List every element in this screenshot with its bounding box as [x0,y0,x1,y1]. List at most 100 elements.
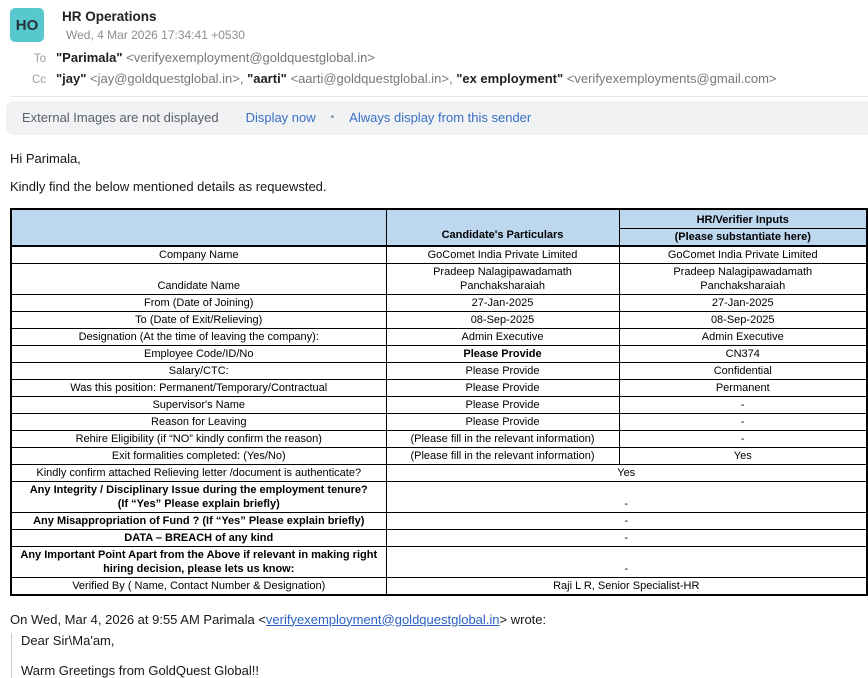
row-label-cell: Rehire Eligibility (if “NO” kindly confi… [11,430,386,447]
cc-row: Cc "jay" <jay@goldquestglobal.in>, "aart… [10,71,858,86]
banner-separator-dot: • [331,112,335,123]
candidate-particulars-cell: (Please fill in the relevant information… [386,447,619,464]
to-recipients: "Parimala" <verifyexemployment@goldquest… [56,50,375,65]
row-label-cell: From (Date of Joining) [11,294,386,311]
external-images-banner: External Images are not displayed Displa… [6,101,868,135]
greeting-text: Hi Parimala, [10,151,858,166]
candidate-particulars-cell: Please Provide [386,345,619,362]
merged-value-cell: Yes [386,464,867,481]
row-label-cell: Employee Code/ID/No [11,345,386,362]
hr-verifier-input-cell: 08-Sep-2025 [619,311,867,328]
recipient[interactable]: "Parimala" <verifyexemployment@goldquest… [56,50,375,65]
table-row: Rehire Eligibility (if “NO” kindly confi… [11,430,867,447]
external-images-message: External Images are not displayed [22,110,219,125]
row-label-cell: Reason for Leaving [11,413,386,430]
candidate-particulars-cell: Please Provide [386,396,619,413]
merged-value-cell: - [386,481,867,512]
reply-sender-email-link[interactable]: verifyexemployment@goldquestglobal.in [266,612,500,627]
candidate-particulars-cell: Please Provide [386,362,619,379]
merged-value-cell: Raji L R, Senior Specialist-HR [386,577,867,595]
cc-recipients: "jay" <jay@goldquestglobal.in>, "aarti" … [56,71,777,86]
always-display-link[interactable]: Always display from this sender [349,110,531,125]
reply-quote-header: On Wed, Mar 4, 2026 at 9:55 AM Parimala … [10,612,858,627]
reply-header-prefix: On Wed, Mar 4, 2026 at 9:55 AM Parimala … [10,612,266,627]
candidate-particulars-cell: (Please fill in the relevant information… [386,430,619,447]
merged-value-cell: - [386,512,867,529]
header-divider [10,96,868,97]
hr-verifier-input-cell: Admin Executive [619,328,867,345]
candidate-particulars-cell: GoComet India Private Limited [386,246,619,264]
reply-header-suffix: > wrote: [500,612,547,627]
table-row: Any Important Point Apart from the Above… [11,546,867,577]
recipient[interactable]: "ex employment" <verifyexemployments@gma… [456,71,776,86]
recipients-block: To "Parimala" <verifyexemployment@goldqu… [10,50,858,86]
header-candidate-particulars: Candidate's Particulars [386,209,619,246]
row-label-cell: Company Name [11,246,386,264]
table-row: To (Date of Exit/Relieving)08-Sep-202508… [11,311,867,328]
to-row: To "Parimala" <verifyexemployment@goldqu… [10,50,858,65]
row-label-cell: Exit formalities completed: (Yes/No) [11,447,386,464]
header-hr-verifier-inputs: HR/Verifier Inputs [619,209,867,228]
row-label-cell: Any Integrity / Disciplinary Issue durin… [11,481,386,512]
intro-text: Kindly find the below mentioned details … [10,179,858,194]
hr-verifier-input-cell: - [619,413,867,430]
row-label-cell: Verified By ( Name, Contact Number & Des… [11,577,386,595]
row-label-cell: DATA – BREACH of any kind [11,529,386,546]
candidate-particulars-cell: Pradeep Nalagipawadamath Panchaksharaiah [386,263,619,294]
hr-verifier-input-cell: Pradeep Nalagipawadamath Panchaksharaiah [619,263,867,294]
row-label-cell: Candidate Name [11,263,386,294]
table-row: Exit formalities completed: (Yes/No)(Ple… [11,447,867,464]
table-row: Reason for LeavingPlease Provide- [11,413,867,430]
row-label-cell: Designation (At the time of leaving the … [11,328,386,345]
sender-avatar[interactable]: HO [10,8,44,42]
candidate-particulars-cell: Admin Executive [386,328,619,345]
verification-table: Candidate's Particulars HR/Verifier Inpu… [10,208,868,596]
table-row: Supervisor's NamePlease Provide- [11,396,867,413]
cc-label: Cc [10,74,46,86]
candidate-particulars-cell: 27-Jan-2025 [386,294,619,311]
merged-value-cell: - [386,529,867,546]
row-label-cell: To (Date of Exit/Relieving) [11,311,386,328]
hr-verifier-input-cell: CN374 [619,345,867,362]
row-label-cell: Any Misappropriation of Fund ? (If “Yes”… [11,512,386,529]
row-label-cell: Any Important Point Apart from the Above… [11,546,386,577]
table-row: Kindly confirm attached Relieving letter… [11,464,867,481]
hr-verifier-input-cell: - [619,396,867,413]
header-please-substantiate: (Please substantiate here) [619,228,867,246]
hr-verifier-input-cell: Permanent [619,379,867,396]
table-row: Candidate NamePradeep Nalagipawadamath P… [11,263,867,294]
to-label: To [10,53,46,65]
email-body: Hi Parimala, Kindly find the below menti… [0,151,868,678]
display-now-link[interactable]: Display now [246,110,316,125]
row-label-cell: Was this position: Permanent/Temporary/C… [11,379,386,396]
hr-verifier-input-cell: 27-Jan-2025 [619,294,867,311]
table-row: Any Misappropriation of Fund ? (If “Yes”… [11,512,867,529]
table-row: Any Integrity / Disciplinary Issue durin… [11,481,867,512]
table-row: Employee Code/ID/NoPlease ProvideCN374 [11,345,867,362]
hr-verifier-input-cell: GoComet India Private Limited [619,246,867,264]
candidate-particulars-cell: 08-Sep-2025 [386,311,619,328]
sender-name: HR Operations [62,9,245,24]
hr-verifier-input-cell: - [619,430,867,447]
hr-verifier-input-cell: Confidential [619,362,867,379]
table-row: Verified By ( Name, Contact Number & Des… [11,577,867,595]
recipient[interactable]: "jay" <jay@goldquestglobal.in> [56,71,240,86]
email-header: HO HR Operations Wed, 4 Mar 2026 17:34:4… [0,0,868,86]
row-label-cell: Kindly confirm attached Relieving letter… [11,464,386,481]
quoted-message: Dear Sir\Ma'am, Warm Greetings from Gold… [11,633,858,678]
row-label-cell: Salary/CTC: [11,362,386,379]
row-label-cell: Supervisor's Name [11,396,386,413]
merged-value-cell: - [386,546,867,577]
table-row: DATA – BREACH of any kind- [11,529,867,546]
email-date: Wed, 4 Mar 2026 17:34:41 +0530 [62,28,245,42]
header-empty-cell [11,209,386,246]
hr-verifier-input-cell: Yes [619,447,867,464]
recipient[interactable]: "aarti" <aarti@goldquestglobal.in> [247,71,449,86]
table-row: Was this position: Permanent/Temporary/C… [11,379,867,396]
candidate-particulars-cell: Please Provide [386,379,619,396]
table-row: Designation (At the time of leaving the … [11,328,867,345]
table-row: From (Date of Joining)27-Jan-202527-Jan-… [11,294,867,311]
table-row: Company NameGoComet India Private Limite… [11,246,867,264]
candidate-particulars-cell: Please Provide [386,413,619,430]
table-row: Salary/CTC:Please ProvideConfidential [11,362,867,379]
